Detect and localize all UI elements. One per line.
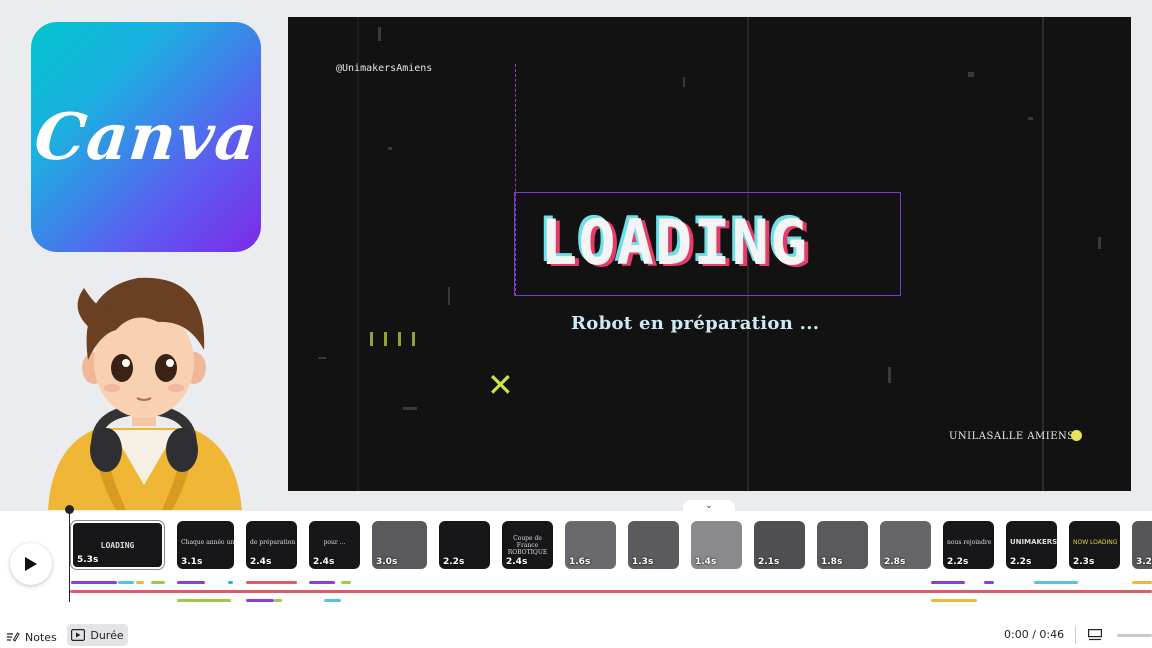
clip-duration: 2.4s (506, 557, 528, 567)
clip-duration: 1.3s (632, 557, 654, 567)
layer-segment[interactable] (324, 599, 341, 602)
timeline-clip[interactable]: 2.1s (754, 521, 805, 569)
clip-duration: 1.4s (695, 557, 717, 567)
layer-segment[interactable] (984, 581, 994, 584)
notes-label: Notes (25, 630, 57, 644)
notes-button[interactable]: Notes (6, 627, 57, 647)
layer-segment[interactable] (177, 599, 231, 602)
layer-segment[interactable] (1132, 581, 1152, 584)
layer-segment[interactable] (931, 599, 977, 602)
timeline-clip[interactable]: LOADING 5.3s (71, 521, 164, 569)
timeline-clip[interactable]: 1.8s (817, 521, 868, 569)
time-display: 0:00 / 0:46 (1004, 628, 1065, 641)
loading-text: LOADING (540, 206, 809, 279)
audio-track[interactable] (70, 590, 1152, 593)
layer-segment[interactable] (118, 581, 134, 584)
layer-segment[interactable] (151, 581, 165, 584)
canva-logo: Canva (31, 22, 261, 252)
divider (1075, 626, 1076, 644)
layer-segment[interactable] (341, 581, 351, 584)
play-screen-icon (71, 629, 86, 641)
layer-segment[interactable] (71, 581, 117, 584)
duration-button[interactable]: Durée (67, 624, 128, 646)
clip-duration: 1.8s (821, 557, 843, 567)
play-icon (25, 557, 37, 571)
timeline-clip[interactable]: NOW LOADING 2.3s (1069, 521, 1120, 569)
notes-icon (7, 632, 20, 642)
clip-duration: 3.2s (1136, 557, 1152, 567)
layer-segment[interactable] (246, 581, 297, 584)
timeline-clip[interactable]: 1.3s (628, 521, 679, 569)
avatar-illustration (48, 277, 242, 510)
clip-duration: 1.6s (569, 557, 591, 567)
clip-duration: 2.2s (1010, 557, 1032, 567)
bottom-bar (0, 622, 1152, 648)
dot-icon (1071, 430, 1082, 441)
clip-duration: 2.4s (250, 557, 272, 567)
timeline-clip[interactable]: nous rejoindre 2.2s (943, 521, 994, 569)
clip-duration: 5.3s (77, 555, 99, 565)
clip-duration: 3.0s (376, 557, 398, 567)
layer-segment[interactable] (228, 581, 233, 584)
timeline-clip[interactable]: Chaque année une compétition avec le jeu… (177, 521, 234, 569)
clip-duration: 3.1s (181, 557, 203, 567)
layer-segment[interactable] (931, 581, 965, 584)
layer-segment[interactable] (274, 599, 282, 602)
subtitle-text[interactable]: Robot en préparation ... (571, 313, 819, 334)
play-button[interactable] (10, 543, 52, 585)
timeline-clip[interactable]: pour ... 2.4s (309, 521, 360, 569)
timeline-clip[interactable]: Coupe de France ROBOTIQUE 2.4s (502, 521, 553, 569)
timeline-clip[interactable]: 3.0s (372, 521, 427, 569)
layer-segment[interactable] (246, 599, 274, 602)
timeline-clip[interactable]: 2.8s (880, 521, 931, 569)
timeline-clip[interactable]: UNIMAKERS 2.2s (1006, 521, 1057, 569)
clip-duration: 2.2s (947, 557, 969, 567)
x-mark-icon: ✕ (487, 366, 514, 404)
clip-duration: 2.4s (313, 557, 335, 567)
zoom-slider[interactable] (1117, 634, 1152, 637)
timeline-clip[interactable]: 3.2s (1132, 521, 1152, 569)
timeline-clip[interactable]: de préparation 2.4s (246, 521, 297, 569)
grid-view-icon[interactable] (1088, 629, 1102, 641)
timeline-clip[interactable]: 1.6s (565, 521, 616, 569)
layer-segment[interactable] (136, 581, 144, 584)
timeline-clip[interactable]: 2.2s (439, 521, 490, 569)
school-name: UNILASALLE AMIENS (949, 431, 1075, 442)
clip-duration: 2.8s (884, 557, 906, 567)
duration-label: Durée (90, 628, 124, 642)
instagram-handle: @UnimakersAmiens (336, 63, 433, 74)
playhead[interactable] (69, 509, 70, 602)
layer-segment[interactable] (177, 581, 205, 584)
timeline-clip[interactable]: 1.4s (691, 521, 742, 569)
canva-logo-text: Canva (31, 99, 261, 175)
clip-duration: 2.1s (758, 557, 780, 567)
clip-duration: 2.2s (443, 557, 465, 567)
layer-segment[interactable] (309, 581, 335, 584)
loading-title[interactable]: LOADING LOADING LOADING (537, 203, 840, 281)
layer-segment[interactable] (1034, 581, 1078, 584)
clip-duration: 2.3s (1073, 557, 1095, 567)
